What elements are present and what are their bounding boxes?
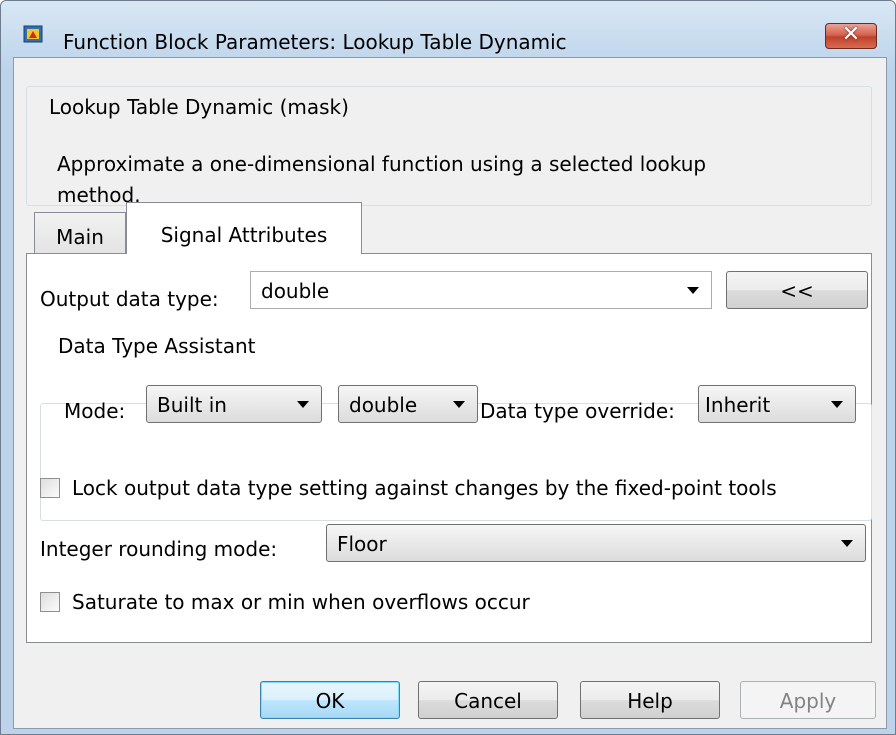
chevron-down-icon <box>297 401 309 408</box>
description-group: Lookup Table Dynamic (mask) Approximate … <box>26 86 872 207</box>
tab-main[interactable]: Main <box>34 212 126 254</box>
dialog-content: Lookup Table Dynamic (mask) Approximate … <box>13 57 887 729</box>
close-icon: ✕ <box>841 22 861 47</box>
chevron-down-icon <box>831 401 843 408</box>
help-button-label: Help <box>627 689 673 713</box>
chevron-down-icon <box>841 540 853 547</box>
tab-signal-attributes-label: Signal Attributes <box>160 223 328 247</box>
toggle-assistant-label: << <box>780 279 814 303</box>
lock-data-type-checkbox[interactable] <box>40 478 60 498</box>
help-button[interactable]: Help <box>580 681 720 719</box>
tab-signal-attributes[interactable]: Signal Attributes <box>126 202 362 254</box>
output-data-type-select[interactable]: double <box>250 271 712 309</box>
title-bar[interactable]: Function Block Parameters: Lookup Table … <box>1 1 895 54</box>
description-line-1: Approximate a one-dimensional function u… <box>57 152 707 176</box>
chevron-down-icon <box>687 287 699 294</box>
builtin-type-value: double <box>349 393 418 417</box>
ok-button-label: OK <box>315 689 345 713</box>
tab-main-label: Main <box>56 225 104 249</box>
window-title: Function Block Parameters: Lookup Table … <box>63 30 567 54</box>
integer-rounding-mode-select[interactable]: Floor <box>326 524 866 562</box>
mode-value: Built in <box>157 393 227 417</box>
data-type-assistant-legend: Data Type Assistant <box>54 334 260 358</box>
output-data-type-value: double <box>261 279 330 303</box>
ok-button[interactable]: OK <box>260 681 400 719</box>
saturate-label: Saturate to max or min when overflows oc… <box>72 590 530 614</box>
apply-button[interactable]: Apply <box>740 681 876 719</box>
toggle-data-type-assistant-button[interactable]: << <box>726 271 868 309</box>
mode-label: Mode: <box>64 399 126 423</box>
saturate-checkbox[interactable] <box>40 592 60 612</box>
data-type-override-select[interactable]: Inherit <box>698 385 856 423</box>
lock-data-type-label: Lock output data type setting against ch… <box>72 476 777 500</box>
data-type-override-value: Inherit <box>705 393 771 417</box>
cancel-button[interactable]: Cancel <box>418 681 558 719</box>
chevron-down-icon <box>453 401 465 408</box>
dialog-window: Function Block Parameters: Lookup Table … <box>0 0 896 735</box>
integer-rounding-mode-value: Floor <box>337 532 387 556</box>
builtin-type-select[interactable]: double <box>338 385 478 423</box>
data-type-override-label: Data type override: <box>480 399 675 423</box>
apply-button-label: Apply <box>779 689 837 713</box>
cancel-button-label: Cancel <box>454 689 522 713</box>
integer-rounding-mode-label: Integer rounding mode: <box>40 537 278 561</box>
mode-select[interactable]: Built in <box>146 385 322 423</box>
description-legend: Lookup Table Dynamic (mask) <box>45 95 353 119</box>
simulink-block-icon <box>23 25 43 43</box>
output-data-type-label: Output data type: <box>40 287 219 311</box>
close-button[interactable]: ✕ <box>825 22 877 49</box>
